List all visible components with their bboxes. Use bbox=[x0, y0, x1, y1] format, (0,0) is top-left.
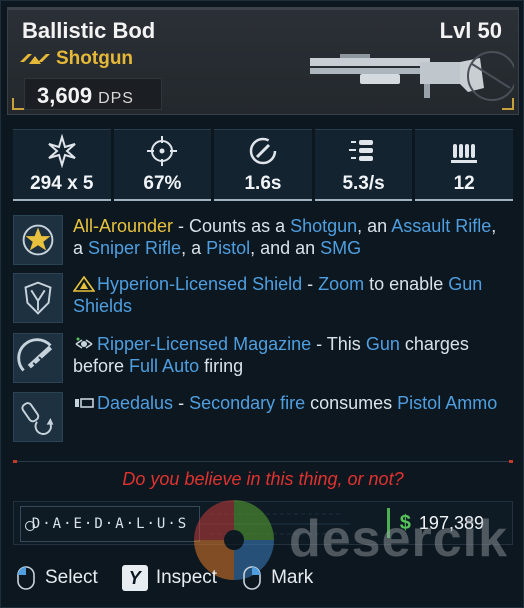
header-topline bbox=[8, 8, 518, 10]
perk-description: Hyperion-Licensed Shield - Zoom to enabl… bbox=[73, 273, 503, 317]
mouse-left-icon bbox=[17, 566, 35, 590]
damage-burst-icon bbox=[48, 134, 76, 168]
item-header: Ballistic Bod Lvl 50 Shotgun 3,609 DPS bbox=[7, 7, 519, 115]
perk-title: All-Arounder bbox=[73, 216, 174, 236]
daedalus-icon bbox=[75, 398, 94, 408]
perk-text-segment: consumes bbox=[305, 393, 398, 413]
keyword-link: Secondary fire bbox=[189, 393, 306, 413]
keyword-link: Pistol bbox=[206, 238, 251, 258]
control-label: Inspect bbox=[155, 567, 218, 588]
perk-text-segment: to enable bbox=[364, 274, 449, 294]
stat-magazine: 12 bbox=[415, 129, 513, 201]
stat-value: 12 bbox=[453, 173, 475, 194]
perk-hyperion-shield: Hyperion-Licensed Shield - Zoom to enabl… bbox=[13, 273, 513, 325]
section-divider bbox=[13, 460, 513, 463]
perk-description: Daedalus - Secondary fire consumes Pisto… bbox=[73, 392, 503, 414]
perk-title: Daedalus bbox=[97, 393, 174, 413]
dps-value: 3,609 bbox=[37, 83, 93, 108]
keyword-link: Assault Rifle bbox=[391, 216, 492, 236]
item-name: Ballistic Bod bbox=[22, 18, 156, 43]
perk-text-segment: - bbox=[173, 393, 190, 413]
charge-magazine-icon bbox=[13, 333, 63, 383]
perk-title: Ripper-Licensed Magazine bbox=[97, 334, 312, 354]
control-hints: Select Y Inspect Mark bbox=[15, 561, 515, 595]
y-button-icon: Y bbox=[121, 565, 148, 591]
flavor-text: Do you believe in this thing, or not? bbox=[122, 469, 404, 489]
perk-description: Ripper-Licensed Magazine - This Gun char… bbox=[73, 333, 503, 377]
stat-value: 67% bbox=[143, 173, 182, 194]
divider-mark bbox=[509, 460, 513, 463]
keyword-link: Shotgun bbox=[290, 216, 358, 236]
rarity-label: Shotgun bbox=[56, 48, 134, 69]
manufacturer-logo: D·A·E·D·A·L·U·S bbox=[20, 506, 200, 542]
control-label: Select bbox=[45, 567, 98, 588]
keyword-link: Full Auto bbox=[129, 356, 200, 376]
perk-text-segment: - This bbox=[311, 334, 366, 354]
perk-text-segment: , a bbox=[181, 238, 207, 258]
item-rarity: Shotgun bbox=[20, 48, 133, 70]
keyword-link: Pistol Ammo bbox=[397, 393, 498, 413]
perk-description: All-Arounder - Counts as a Shotgun, an A… bbox=[73, 215, 503, 259]
corner-accent bbox=[502, 98, 514, 110]
watermark-text: desercik bbox=[289, 510, 509, 568]
ammo-swap-icon bbox=[13, 392, 63, 442]
hyperion-icon bbox=[73, 276, 95, 292]
corner-accent bbox=[12, 98, 24, 110]
stat-value: 294 x 5 bbox=[30, 173, 94, 194]
dps-unit: DPS bbox=[98, 90, 134, 107]
perk-daedalus: Daedalus - Secondary fire consumes Pisto… bbox=[13, 392, 513, 444]
perk-title: Hyperion-Licensed Shield bbox=[97, 274, 303, 294]
perk-text-segment: , an bbox=[357, 216, 392, 236]
stat-damage: 294 x 5 bbox=[13, 129, 111, 201]
inspect-control[interactable]: Y Inspect bbox=[121, 565, 218, 591]
reload-time-icon bbox=[249, 137, 277, 165]
rarity-chevrons-icon bbox=[20, 54, 50, 64]
crosshair-accuracy-icon bbox=[147, 136, 178, 166]
mark-control[interactable]: Mark bbox=[241, 565, 313, 591]
perk-text-segment: , and an bbox=[250, 238, 321, 258]
keyword-link: Gun bbox=[365, 334, 400, 354]
control-label: Mark bbox=[271, 567, 314, 588]
shotgun-art-icon bbox=[310, 51, 514, 101]
ripper-icon bbox=[75, 337, 93, 349]
stat-value: 1.6s bbox=[244, 173, 282, 194]
keyword-link: Sniper Rifle bbox=[88, 238, 182, 258]
stat-value: 5.3/s bbox=[342, 173, 385, 194]
perk-ripper-magazine: Ripper-Licensed Magazine - This Gun char… bbox=[13, 333, 513, 385]
perk-text-segment: firing bbox=[199, 356, 244, 376]
all-arounder-star-icon bbox=[13, 215, 63, 265]
stat-reload: 1.6s bbox=[214, 129, 312, 201]
select-control[interactable]: Select bbox=[15, 565, 98, 591]
keyword-link: SMG bbox=[320, 238, 362, 258]
stats-row: 294 x 5 67% 1.6s 5.3/s 12 bbox=[13, 129, 513, 201]
mouse-right-icon bbox=[243, 566, 261, 590]
item-level: Lvl 50 bbox=[439, 18, 502, 43]
dps-box: 3,609 DPS bbox=[24, 78, 162, 110]
perk-text-segment: - bbox=[302, 274, 319, 294]
magazine-icon bbox=[451, 144, 478, 163]
stat-accuracy: 67% bbox=[113, 129, 212, 201]
divider-mark bbox=[13, 460, 17, 463]
perk-text-segment: - Counts as a bbox=[173, 216, 291, 236]
shield-emblem-icon bbox=[13, 273, 63, 323]
item-card: Ballistic Bod Lvl 50 Shotgun 3,609 DPS 2… bbox=[0, 0, 524, 608]
fire-rate-bullets-icon bbox=[348, 140, 373, 161]
stat-fire-rate: 5.3/s bbox=[314, 129, 413, 201]
keyword-link: Zoom bbox=[318, 274, 365, 294]
perk-all-arounder: All-Arounder - Counts as a Shotgun, an A… bbox=[13, 215, 513, 267]
